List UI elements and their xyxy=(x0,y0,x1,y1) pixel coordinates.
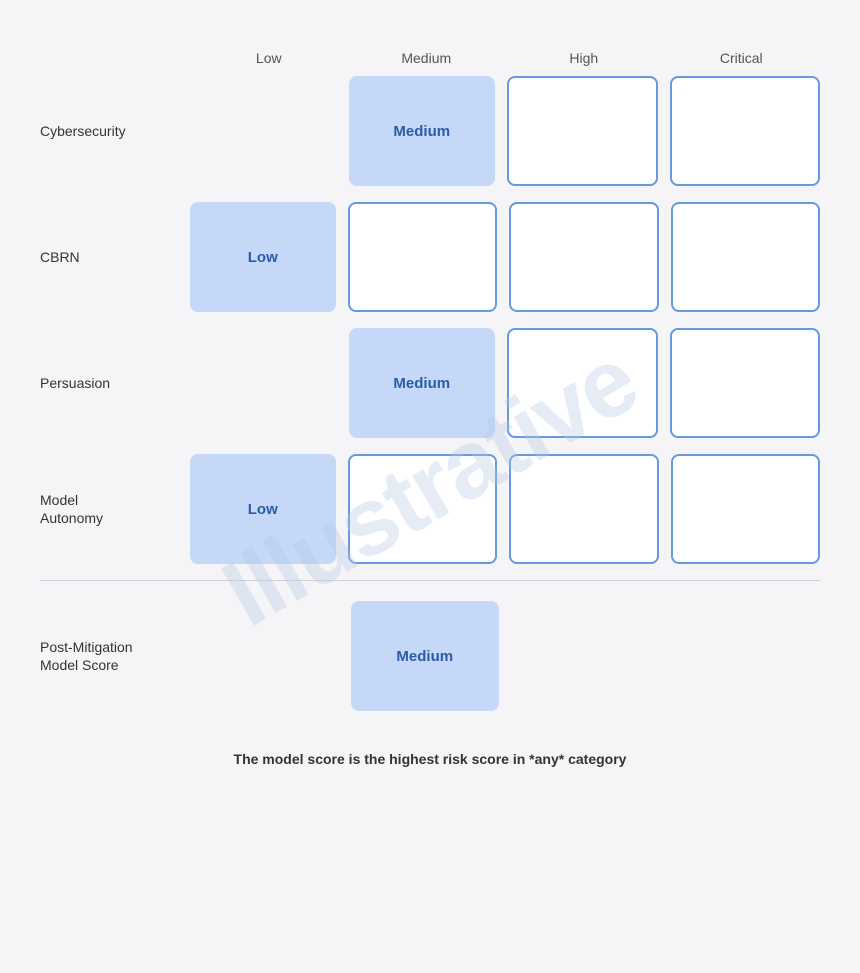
cell-autonomy-high[interactable] xyxy=(509,454,659,564)
cells-persuasion: Medium xyxy=(190,328,820,438)
row-label-cbrn: CBRN xyxy=(40,248,190,266)
cell-cybersecurity-high[interactable] xyxy=(507,76,658,186)
cell-persuasion-critical[interactable] xyxy=(670,328,821,438)
cell-autonomy-medium[interactable] xyxy=(348,454,498,564)
cells-model-autonomy: Low xyxy=(190,454,820,564)
row-label-model-autonomy: Model Autonomy xyxy=(40,491,190,527)
grid-section: Cybersecurity Medium CBRN Low xyxy=(40,76,820,564)
row-persuasion: Persuasion Medium xyxy=(40,328,820,438)
cell-autonomy-low[interactable]: Low xyxy=(190,454,336,564)
post-mitigation-section: Post-Mitigation Model Score Medium xyxy=(40,601,820,711)
page-container: Illustrative Low Medium High Critical Cy… xyxy=(20,20,840,953)
col-header-low: Low xyxy=(190,50,348,66)
post-cell-high[interactable] xyxy=(511,601,660,711)
row-label-persuasion: Persuasion xyxy=(40,374,190,392)
section-divider xyxy=(40,580,820,581)
column-headers: Low Medium High Critical xyxy=(190,50,820,66)
row-cybersecurity: Cybersecurity Medium xyxy=(40,76,820,186)
post-cell-low[interactable] xyxy=(190,601,339,711)
cell-persuasion-high[interactable] xyxy=(507,328,658,438)
cell-cbrn-low[interactable]: Low xyxy=(190,202,336,312)
cell-autonomy-critical[interactable] xyxy=(671,454,821,564)
row-label-cybersecurity: Cybersecurity xyxy=(40,122,190,140)
post-mitigation-row: Post-Mitigation Model Score Medium xyxy=(40,601,820,711)
footer-note: The model score is the highest risk scor… xyxy=(234,751,627,767)
cells-cybersecurity: Medium xyxy=(190,76,820,186)
cell-cybersecurity-critical[interactable] xyxy=(670,76,821,186)
cell-cbrn-high[interactable] xyxy=(509,202,659,312)
cell-persuasion-low[interactable] xyxy=(190,328,337,438)
row-model-autonomy: Model Autonomy Low xyxy=(40,454,820,564)
grid-wrapper: Low Medium High Critical Cybersecurity M… xyxy=(40,50,820,711)
row-cbrn: CBRN Low xyxy=(40,202,820,312)
col-header-critical: Critical xyxy=(663,50,821,66)
post-cell-critical[interactable] xyxy=(672,601,821,711)
col-header-high: High xyxy=(505,50,663,66)
cells-cbrn: Low xyxy=(190,202,820,312)
cell-cbrn-critical[interactable] xyxy=(671,202,821,312)
cell-persuasion-medium[interactable]: Medium xyxy=(349,328,496,438)
cell-cybersecurity-low[interactable] xyxy=(190,76,337,186)
post-mitigation-cells: Medium xyxy=(190,601,820,711)
col-header-medium: Medium xyxy=(348,50,506,66)
post-cell-medium[interactable]: Medium xyxy=(351,601,500,711)
row-label-post-mitigation: Post-Mitigation Model Score xyxy=(40,638,190,674)
cell-cbrn-medium[interactable] xyxy=(348,202,498,312)
cell-cybersecurity-medium[interactable]: Medium xyxy=(349,76,496,186)
